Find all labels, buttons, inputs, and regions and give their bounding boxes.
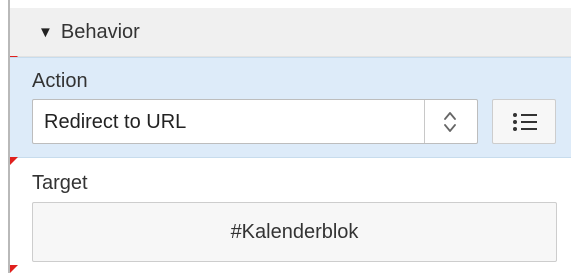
required-marker — [10, 265, 18, 273]
behavior-section-header[interactable]: ▼ Behavior — [10, 8, 571, 57]
required-marker — [10, 157, 18, 165]
triangle-down-icon: ▼ — [38, 23, 53, 41]
action-select-value: Redirect to URL — [44, 111, 187, 133]
action-field-row: Action Redirect to URL — [10, 57, 571, 158]
top-strip — [10, 0, 571, 8]
chevron-up-down-icon — [444, 112, 456, 132]
target-button[interactable]: #Kalenderblok — [32, 202, 557, 262]
select-divider — [424, 100, 425, 143]
section-title: Behavior — [60, 20, 140, 43]
action-select[interactable]: Redirect to URL — [32, 99, 478, 144]
list-icon — [513, 113, 537, 131]
target-label: Target — [32, 172, 88, 194]
target-value: #Kalenderblok — [230, 220, 359, 243]
action-label: Action — [32, 70, 88, 92]
action-list-button[interactable] — [492, 99, 556, 144]
